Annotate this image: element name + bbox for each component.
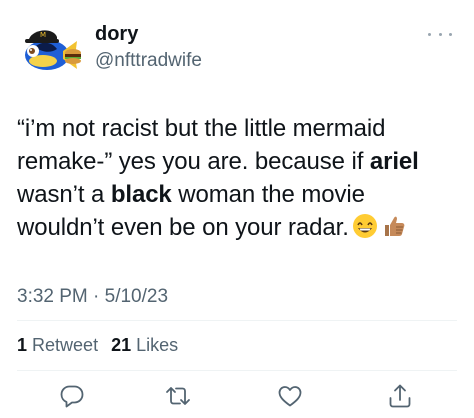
likes-count: 21 [111, 335, 132, 355]
tweet-timestamp[interactable]: 3:32 PM · 5/10/23 [17, 285, 168, 309]
tweet-text-bold: black [110, 181, 172, 208]
tweet-line: wouldn’t even be on your radar. [17, 211, 467, 244]
tweet-text: “i’m not racist but the little mermaid r… [17, 112, 467, 244]
retweet-icon[interactable] [164, 382, 192, 410]
likes-stat[interactable]: 21 Likes [111, 335, 178, 355]
retweets-count: 1 [17, 335, 28, 355]
more-dot [438, 32, 442, 36]
display-name[interactable]: dory [95, 22, 138, 46]
tweet-line: “i’m not racist but the little mermaid [17, 112, 467, 145]
tweet-text-segment: wasn’t a [17, 181, 111, 208]
like-icon[interactable] [276, 382, 304, 410]
share-icon[interactable] [386, 382, 414, 410]
more-dot [428, 32, 431, 36]
likes-label: Likes [136, 335, 179, 355]
action-bar [0, 382, 474, 412]
tweet-text-bold: ariel [369, 148, 419, 175]
avatar[interactable]: M [17, 17, 83, 83]
divider [17, 320, 457, 321]
retweets-label: Retweet [32, 335, 99, 355]
tweet-line: remake-” yes you are. because if ariel [17, 145, 467, 178]
tweet-line: wasn’t a black woman the movie [17, 178, 467, 211]
tweet-text-segment: woman the movie [171, 181, 365, 208]
engagement-stats: 1 Retweet 21 Likes [17, 334, 178, 356]
tweet-text-segment: “i’m not racist but the little mermaid [17, 115, 386, 142]
grinning-face-emoji [352, 213, 378, 239]
reply-icon[interactable] [58, 382, 86, 410]
thumbs-up-emoji [381, 213, 407, 239]
more-dot [449, 32, 452, 36]
retweets-stat[interactable]: 1 Retweet [17, 335, 98, 355]
dory-fish-avatar-icon: M [17, 17, 83, 83]
tweet-text-segment: remake-” yes you are. because if [17, 148, 370, 175]
more-icon[interactable] [428, 30, 452, 38]
svg-text:M: M [40, 31, 46, 39]
divider [17, 370, 457, 371]
tweet-card: M dory @nfttradwife “i’m not racist but … [0, 0, 474, 418]
user-handle[interactable]: @nfttradwife [95, 49, 202, 73]
tweet-text-segment: wouldn’t even be on your radar. [17, 214, 349, 241]
